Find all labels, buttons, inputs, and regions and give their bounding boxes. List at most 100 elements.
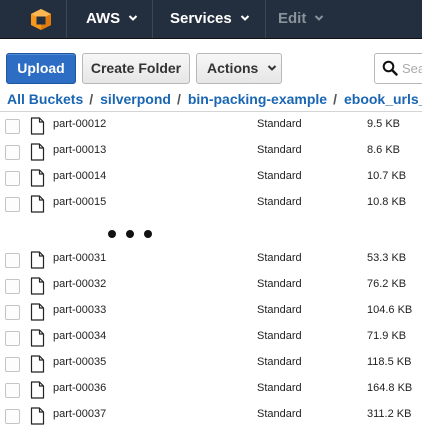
nav-divider	[265, 0, 266, 38]
file-row[interactable]: part-00032 Standard 76.2 KB	[0, 275, 422, 301]
file-icon	[30, 277, 45, 295]
ellipsis-dot	[108, 230, 116, 238]
storage-class: Standard	[257, 408, 302, 420]
file-icon	[30, 143, 45, 161]
nav-divider	[152, 0, 153, 38]
file-name[interactable]: part-00015	[53, 196, 106, 208]
file-size: 10.7 KB	[367, 170, 407, 182]
file-row[interactable]: part-00014 Standard 10.7 KB	[0, 167, 422, 193]
file-icon	[30, 117, 45, 135]
edit-menu-label: Edit	[278, 10, 307, 27]
file-size: 71.9 KB	[367, 330, 407, 342]
file-row[interactable]: part-00033 Standard 104.6 KB	[0, 301, 422, 327]
search-input[interactable]	[402, 58, 422, 78]
row-checkbox[interactable]	[5, 305, 20, 320]
row-checkbox[interactable]	[5, 253, 20, 268]
row-checkbox[interactable]	[5, 357, 20, 372]
file-size: 118.5 KB	[367, 356, 412, 368]
file-size: 104.6 KB	[367, 304, 413, 316]
top-nav-bar: AWS Services Edit	[0, 0, 422, 39]
file-row[interactable]: part-00035 Standard 118.5 KB	[0, 353, 422, 379]
breadcrumb-separator: /	[333, 91, 337, 107]
file-row[interactable]: part-00036 Standard 164.8 KB	[0, 379, 422, 405]
edit-menu[interactable]: Edit	[278, 0, 324, 38]
actions-label: Actions	[207, 60, 259, 76]
file-name[interactable]: part-00012	[53, 118, 106, 130]
storage-class: Standard	[257, 196, 302, 208]
row-checkbox[interactable]	[5, 409, 20, 424]
file-size: 8.6 KB	[367, 144, 401, 156]
search-box[interactable]	[374, 53, 422, 84]
file-icon	[30, 355, 45, 373]
ellipsis-dot	[144, 230, 152, 238]
row-checkbox[interactable]	[5, 119, 20, 134]
row-checkbox[interactable]	[5, 383, 20, 398]
nav-divider	[66, 0, 67, 38]
storage-class: Standard	[257, 144, 302, 156]
file-row[interactable]: part-00013 Standard 8.6 KB	[0, 141, 422, 167]
file-icon	[30, 169, 45, 187]
storage-class: Standard	[257, 278, 302, 290]
file-name[interactable]: part-00014	[53, 170, 106, 182]
omitted-rows-ellipsis	[108, 230, 152, 238]
search-icon	[382, 60, 398, 76]
breadcrumb-separator: /	[176, 91, 181, 107]
file-name[interactable]: part-00031	[53, 252, 106, 264]
file-row[interactable]: part-00034 Standard 71.9 KB	[0, 327, 422, 353]
file-name[interactable]: part-00033	[53, 304, 106, 316]
row-checkbox[interactable]	[5, 331, 20, 346]
file-row[interactable]: part-00031 Standard 53.3 KB	[0, 249, 422, 275]
breadcrumb-divider	[0, 111, 422, 112]
storage-class: Standard	[257, 330, 302, 342]
file-icon	[30, 303, 45, 321]
aws-cube-icon[interactable]	[30, 8, 52, 30]
storage-class: Standard	[257, 170, 302, 182]
storage-class: Standard	[257, 252, 302, 264]
upload-button[interactable]: Upload	[6, 53, 76, 84]
row-checkbox[interactable]	[5, 171, 20, 186]
storage-class: Standard	[257, 382, 302, 394]
file-size: 53.3 KB	[367, 252, 407, 264]
storage-class: Standard	[257, 118, 302, 130]
file-icon	[30, 329, 45, 347]
breadcrumb-separator: /	[89, 91, 94, 107]
storage-class: Standard	[257, 304, 302, 316]
file-name[interactable]: part-00013	[53, 144, 106, 156]
breadcrumb-folder-ebook-urls[interactable]: ebook_urls_	[344, 91, 422, 107]
breadcrumb-all-buckets[interactable]: All Buckets	[7, 91, 83, 107]
file-name[interactable]: part-00035	[53, 356, 106, 368]
breadcrumb-folder-bin-packing-example[interactable]: bin-packing-example	[188, 91, 327, 107]
file-name[interactable]: part-00034	[53, 330, 106, 342]
row-checkbox[interactable]	[5, 279, 20, 294]
services-menu[interactable]: Services	[170, 0, 250, 38]
file-name[interactable]: part-00036	[53, 382, 106, 394]
aws-menu-label: AWS	[86, 10, 121, 27]
chevron-down-icon	[128, 14, 138, 21]
file-row[interactable]: part-00015 Standard 10.8 KB	[0, 193, 422, 219]
file-name[interactable]: part-00037	[53, 408, 106, 420]
ellipsis-dot	[126, 230, 134, 238]
file-icon	[30, 251, 45, 269]
file-icon	[30, 195, 45, 213]
row-checkbox[interactable]	[5, 145, 20, 160]
file-name[interactable]: part-00032	[53, 278, 106, 290]
file-icon	[30, 381, 45, 399]
create-folder-button[interactable]: Create Folder	[82, 53, 190, 84]
aws-menu[interactable]: AWS	[86, 0, 138, 38]
file-row[interactable]: part-00012 Standard 9.5 KB	[0, 115, 422, 141]
breadcrumb: All Buckets / silverpond / bin-packing-examp…	[7, 91, 422, 111]
file-row[interactable]: part-00037 Standard 311.2 KB	[0, 405, 422, 431]
chevron-down-icon	[240, 14, 249, 21]
services-menu-label: Services	[170, 10, 232, 27]
file-size: 76.2 KB	[367, 278, 407, 290]
file-size: 164.8 KB	[367, 382, 413, 394]
file-size: 311.2 KB	[367, 408, 412, 420]
file-icon	[30, 407, 45, 425]
actions-dropdown-button[interactable]: Actions	[196, 53, 282, 84]
file-size: 9.5 KB	[367, 118, 401, 130]
row-checkbox[interactable]	[5, 197, 20, 212]
file-size: 10.8 KB	[367, 196, 407, 208]
breadcrumb-bucket-silverpond[interactable]: silverpond	[100, 91, 171, 107]
chevron-down-icon	[268, 65, 277, 71]
storage-class: Standard	[257, 356, 302, 368]
